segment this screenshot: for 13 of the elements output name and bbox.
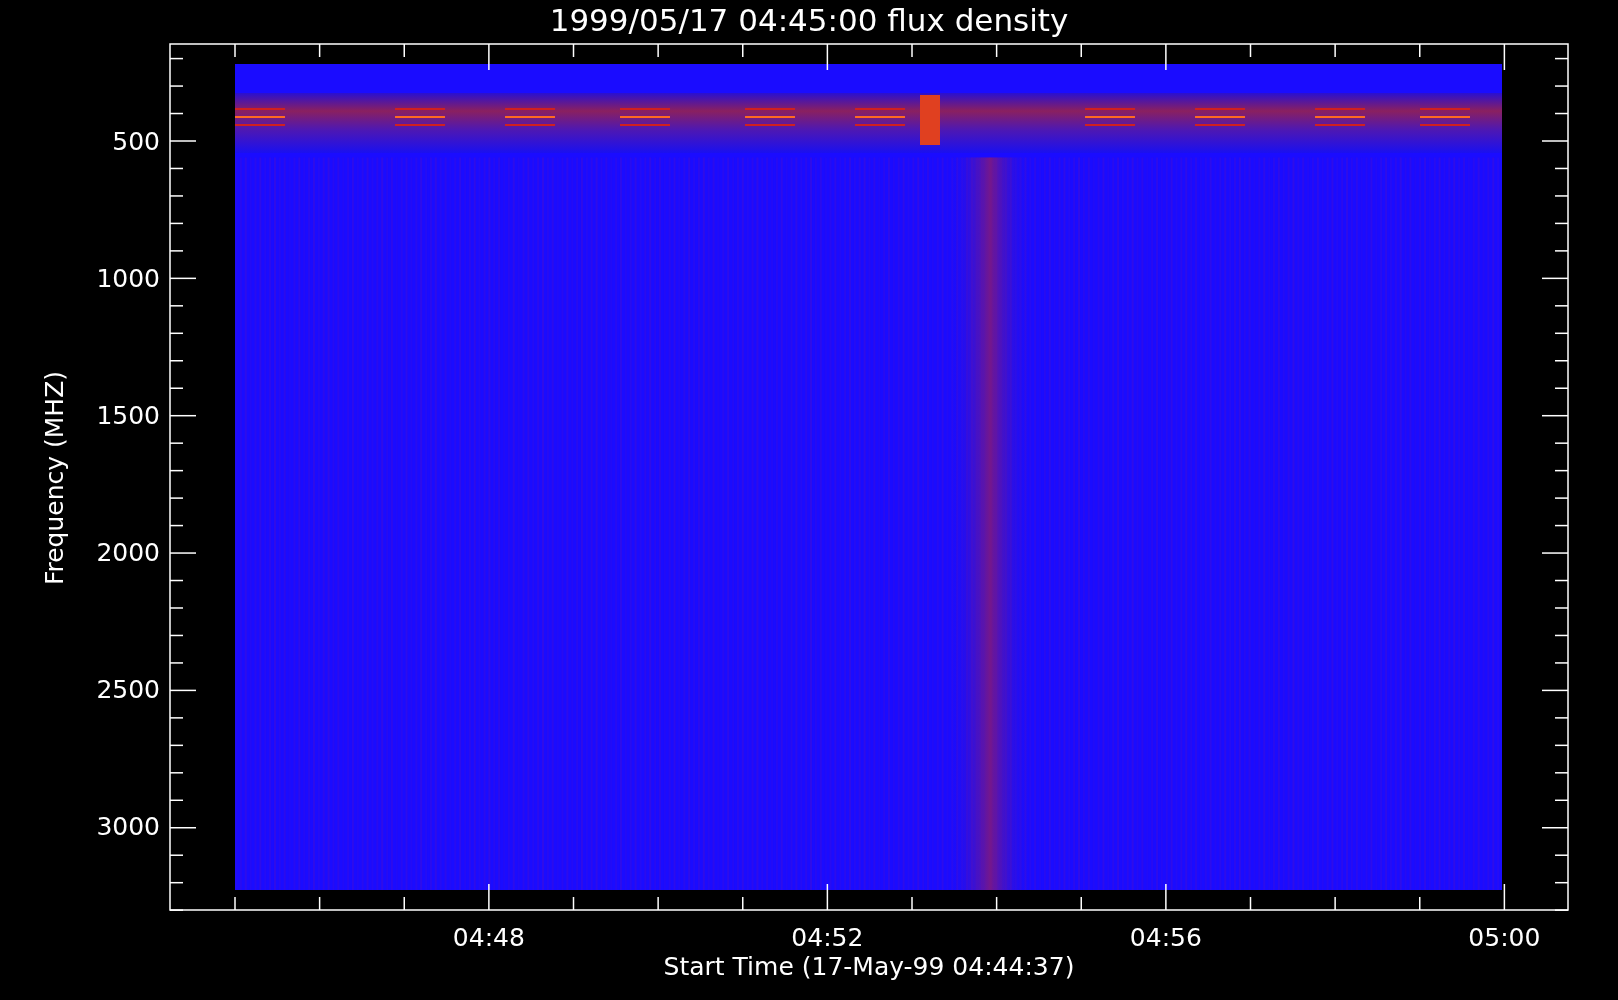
y-tick-label: 500	[112, 127, 160, 156]
x-tick-label: 05:00	[1468, 923, 1541, 952]
x-tick-label: 04:56	[1129, 923, 1202, 952]
chart-title: 1999/05/17 04:45:00 flux density	[549, 1, 1069, 40]
x-tick-label: 04:52	[791, 923, 864, 952]
y-tick-label: 2500	[96, 675, 160, 704]
y-axis-label: Frequency (MHZ)	[40, 370, 69, 586]
x-axis-label: Start Time (17-May-99 04:44:37)	[663, 952, 1075, 981]
y-tick-label: 2000	[96, 538, 160, 567]
y-tick-label: 3000	[96, 812, 160, 841]
x-tick-label: 04:48	[452, 923, 525, 952]
y-tick-label: 1000	[96, 264, 160, 293]
y-tick-label: 1500	[96, 401, 160, 430]
